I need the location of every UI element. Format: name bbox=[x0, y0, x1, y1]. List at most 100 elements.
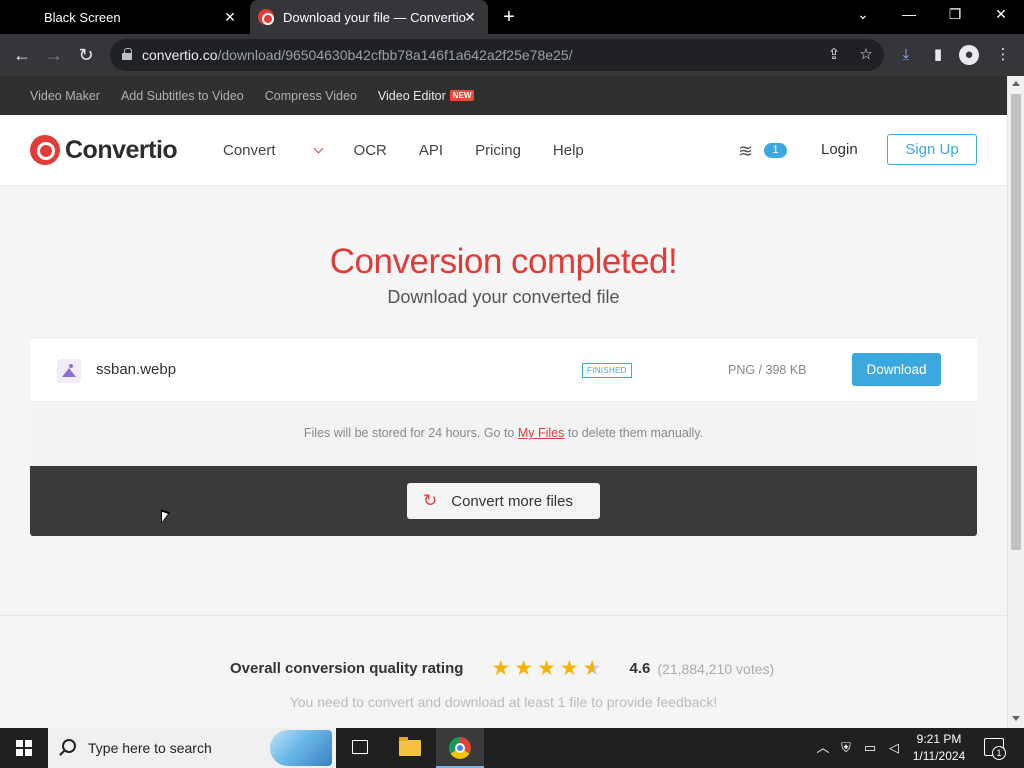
page-content: Video Maker Add Subtitles to Video Compr… bbox=[0, 76, 1007, 728]
layers-icon[interactable]: ≋ bbox=[738, 142, 758, 160]
queue-count-badge[interactable]: 1 bbox=[764, 143, 787, 158]
site-header: Convertio Convert OCR API Pricing Help ≋… bbox=[0, 115, 1007, 186]
image-file-icon bbox=[57, 359, 81, 383]
lock-icon[interactable] bbox=[122, 48, 132, 60]
tray-overflow-chevron-icon[interactable]: ︿ bbox=[815, 739, 831, 757]
system-clock[interactable]: 9:21 PM 1/11/2024 bbox=[908, 731, 970, 765]
nav-api[interactable]: API bbox=[419, 142, 443, 159]
start-button[interactable] bbox=[0, 728, 48, 768]
tab-title: Download your file — Convertio bbox=[283, 9, 466, 25]
star-icon: ★ bbox=[537, 657, 560, 680]
star-rating: ★★★★★ bbox=[491, 656, 605, 681]
feedback-note: You need to convert and download at leas… bbox=[289, 694, 718, 710]
subnav-add-subtitles[interactable]: Add Subtitles to Video bbox=[121, 89, 244, 103]
main-navigation: Convert OCR API Pricing Help bbox=[223, 142, 616, 159]
tab-black-screen[interactable]: Black Screen ✕ bbox=[0, 0, 248, 34]
windows-taskbar: Type here to search ︿ ⛨ ▭ ◁ 9:21 PM 1/11… bbox=[0, 728, 1024, 768]
star-icon: ★ bbox=[491, 657, 515, 680]
network-icon[interactable]: ▭ bbox=[862, 739, 878, 757]
signup-button[interactable]: Sign Up bbox=[887, 134, 977, 165]
half-star-icon: ★ bbox=[583, 656, 606, 681]
file-explorer-button[interactable] bbox=[386, 728, 434, 768]
star-icon: ★ bbox=[559, 657, 583, 680]
close-window-button[interactable]: ✕ bbox=[978, 0, 1024, 30]
convertio-logo-icon bbox=[30, 135, 60, 165]
convertio-logo[interactable]: Convertio bbox=[30, 135, 178, 165]
url-path: /download/96504630b42cfbb78a146f1a642a2f… bbox=[217, 47, 573, 63]
taskbar-search[interactable]: Type here to search bbox=[48, 728, 336, 768]
storage-note: Files will be stored for 24 hours. Go to… bbox=[30, 403, 977, 466]
task-view-button[interactable] bbox=[336, 728, 384, 768]
nav-help[interactable]: Help bbox=[553, 142, 584, 159]
subnav-video-maker[interactable]: Video Maker bbox=[30, 89, 100, 103]
nav-convert[interactable]: Convert bbox=[223, 142, 323, 159]
tab-convertio-download[interactable]: Download your file — Convertio ✕ bbox=[250, 0, 488, 34]
refresh-icon: ↻ bbox=[423, 491, 438, 510]
folder-icon bbox=[399, 737, 421, 756]
windows-logo-icon bbox=[16, 740, 32, 756]
star-icon: ★ bbox=[514, 657, 538, 680]
convert-more-bar: ↻ Convert more files bbox=[30, 466, 977, 536]
reload-icon[interactable]: ↻ bbox=[74, 43, 98, 67]
rating-score: 4.6 bbox=[629, 660, 651, 677]
section-divider bbox=[0, 615, 1007, 616]
scroll-down-arrow-icon[interactable] bbox=[1012, 716, 1020, 721]
file-name: ssban.webp bbox=[96, 361, 177, 378]
url-text[interactable]: convertio.co/download/96504630b42cfbb78a… bbox=[142, 47, 573, 63]
notification-count: 1 bbox=[992, 746, 1006, 760]
file-format-size: PNG / 398 KB bbox=[728, 363, 807, 377]
download-button[interactable]: Download bbox=[852, 353, 941, 386]
subnav-compress-video[interactable]: Compress Video bbox=[265, 89, 357, 103]
profile-avatar-icon[interactable]: ● bbox=[959, 45, 979, 65]
restore-button[interactable]: ❐ bbox=[932, 0, 978, 30]
side-panel-icon[interactable]: ▮ bbox=[927, 44, 949, 66]
menu-kebab-icon[interactable]: ⋮ bbox=[992, 44, 1014, 66]
downloads-icon[interactable]: ⤓ bbox=[895, 44, 917, 66]
rating-row: Overall conversion quality rating ★★★★★ … bbox=[230, 656, 774, 681]
scroll-up-arrow-icon[interactable] bbox=[1012, 81, 1020, 86]
rating-votes: (21,884,210 votes) bbox=[657, 660, 775, 677]
browser-toolbar: ← → ↻ convertio.co/download/96504630b42c… bbox=[0, 34, 1024, 76]
tab-close-icon[interactable]: ✕ bbox=[462, 9, 478, 25]
minimize-button[interactable]: — bbox=[886, 0, 932, 30]
storage-note-text: Files will be stored for 24 hours. Go to bbox=[303, 426, 518, 440]
sub-navigation: Video Maker Add Subtitles to Video Compr… bbox=[0, 76, 1007, 115]
subnav-video-editor[interactable]: Video Editor bbox=[378, 89, 446, 103]
convertio-favicon-icon bbox=[258, 9, 274, 25]
url-host: convertio.co bbox=[142, 47, 218, 63]
nav-convert-label: Convert bbox=[223, 142, 276, 159]
convert-more-label: Convert more files bbox=[451, 492, 573, 510]
tab-close-icon[interactable]: ✕ bbox=[222, 9, 238, 25]
logo-text: Convertio bbox=[65, 135, 178, 164]
new-badge: NEW bbox=[449, 90, 475, 101]
page-subtitle: Download your converted file bbox=[387, 287, 620, 307]
clock-date: 1/11/2024 bbox=[912, 749, 966, 763]
search-highlight-image bbox=[270, 730, 332, 766]
page-scrollbar[interactable] bbox=[1007, 76, 1024, 728]
volume-muted-icon[interactable]: ◁ bbox=[886, 739, 902, 757]
back-arrow-icon[interactable]: ← bbox=[10, 43, 34, 67]
chrome-taskbar-button[interactable] bbox=[436, 728, 484, 768]
status-badge: FINISHED bbox=[582, 363, 632, 378]
bookmark-star-icon[interactable]: ☆ bbox=[856, 45, 876, 65]
search-placeholder: Type here to search bbox=[88, 740, 212, 756]
login-link[interactable]: Login bbox=[821, 141, 858, 158]
page-title: Conversion completed! bbox=[329, 242, 678, 281]
share-icon[interactable]: ⇪ bbox=[824, 45, 844, 65]
security-tray-icon[interactable]: ⛨ bbox=[838, 739, 854, 757]
clock-time: 9:21 PM bbox=[916, 732, 962, 746]
search-icon bbox=[62, 739, 76, 753]
scrollbar-thumb[interactable] bbox=[1011, 94, 1021, 550]
task-view-icon bbox=[352, 740, 368, 754]
nav-ocr[interactable]: OCR bbox=[354, 142, 387, 159]
my-files-link[interactable]: My Files bbox=[518, 426, 565, 440]
new-tab-button[interactable]: + bbox=[498, 6, 520, 28]
file-row: ssban.webp FINISHED PNG / 398 KB Downloa… bbox=[30, 339, 977, 402]
nav-pricing[interactable]: Pricing bbox=[475, 142, 521, 159]
chrome-icon bbox=[449, 737, 471, 759]
convert-more-button[interactable]: ↻ Convert more files bbox=[407, 483, 600, 519]
tab-search-chevron-icon[interactable]: ⌄ bbox=[840, 0, 886, 30]
address-bar[interactable]: convertio.co/download/96504630b42cfbb78a… bbox=[110, 39, 884, 71]
chevron-down-icon bbox=[313, 143, 323, 154]
forward-arrow-icon[interactable]: → bbox=[42, 43, 66, 67]
